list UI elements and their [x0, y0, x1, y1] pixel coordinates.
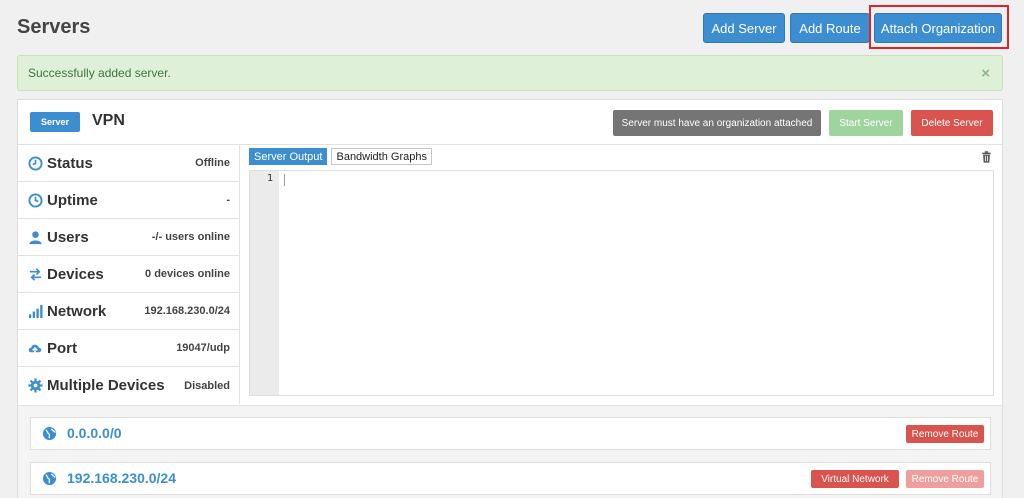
page-title: Servers	[17, 16, 91, 38]
info-row-port: Port 19047/udp	[18, 330, 239, 367]
output-tabs: Server Output Bandwidth Graphs	[249, 148, 432, 165]
success-alert: Successfully added server. ×	[17, 55, 1003, 91]
user-icon	[27, 229, 43, 245]
server-header: Server VPN Server must have an organizat…	[18, 100, 1002, 145]
info-value: -	[226, 194, 230, 206]
route-item: 0.0.0.0/0 Remove Route	[30, 417, 991, 450]
info-row-network: Network 192.168.230.0/24	[18, 293, 239, 330]
info-row-status: Status Offline	[18, 145, 239, 182]
server-panel: Server VPN Server must have an organizat…	[17, 99, 1003, 498]
org-required-badge: Server must have an organization attache…	[613, 110, 821, 136]
gear-icon	[27, 378, 43, 394]
add-server-button[interactable]: Add Server	[703, 13, 785, 43]
server-output-editor[interactable]: 1	[249, 170, 994, 396]
editor-gutter: 1	[250, 171, 279, 395]
cloud-upload-icon	[27, 340, 43, 356]
server-info-list: Status Offline Uptime - Users -/- users …	[18, 145, 240, 404]
info-row-multiple-devices: Multiple Devices Disabled	[18, 367, 239, 404]
start-server-button[interactable]: Start Server	[829, 110, 903, 136]
info-label: Multiple Devices	[47, 377, 165, 394]
info-label: Uptime	[47, 191, 98, 209]
virtual-network-badge: Virtual Network	[811, 470, 899, 488]
alert-message: Successfully added server.	[28, 66, 171, 80]
routes-list: 0.0.0.0/0 Remove Route 192.168.230.0/24 …	[18, 405, 1002, 498]
server-badge: Server	[30, 112, 80, 132]
globe-icon	[42, 471, 57, 491]
info-label: Port	[47, 339, 77, 357]
info-row-devices: Devices 0 devices online	[18, 256, 239, 293]
remove-route-button[interactable]: Remove Route	[906, 425, 984, 443]
highlight-box	[869, 5, 1009, 49]
tab-server-output[interactable]: Server Output	[249, 148, 328, 165]
transfer-icon	[27, 266, 43, 282]
info-value: 192.168.230.0/24	[144, 305, 230, 317]
info-label: Devices	[47, 265, 104, 283]
route-item: 192.168.230.0/24 Virtual Network Remove …	[30, 462, 991, 495]
info-value: -/- users online	[151, 231, 230, 243]
tab-bandwidth-graphs[interactable]: Bandwidth Graphs	[331, 148, 432, 165]
info-label: Status	[47, 154, 93, 172]
info-row-uptime: Uptime -	[18, 182, 239, 219]
route-network[interactable]: 192.168.230.0/24	[67, 470, 176, 486]
clock-icon	[27, 192, 43, 208]
globe-icon	[42, 426, 57, 446]
info-row-users: Users -/- users online	[18, 219, 239, 256]
info-label: Network	[47, 302, 107, 320]
server-name[interactable]: VPN	[92, 112, 125, 130]
text-cursor	[284, 174, 285, 186]
close-icon[interactable]: ×	[981, 65, 990, 82]
route-network[interactable]: 0.0.0.0/0	[67, 425, 122, 441]
info-value: 19047/udp	[176, 342, 230, 354]
line-number: 1	[266, 173, 273, 184]
clock-dash-icon	[27, 155, 43, 171]
trash-icon[interactable]	[981, 150, 992, 168]
info-label: Users	[47, 228, 89, 246]
delete-server-button[interactable]: Delete Server	[911, 110, 993, 136]
add-route-button[interactable]: Add Route	[790, 13, 870, 43]
info-value: Offline	[195, 157, 230, 169]
remove-route-button[interactable]: Remove Route	[906, 470, 984, 488]
info-value: 0 devices online	[145, 268, 230, 280]
signal-icon	[27, 303, 43, 319]
info-value: Disabled	[184, 379, 230, 392]
